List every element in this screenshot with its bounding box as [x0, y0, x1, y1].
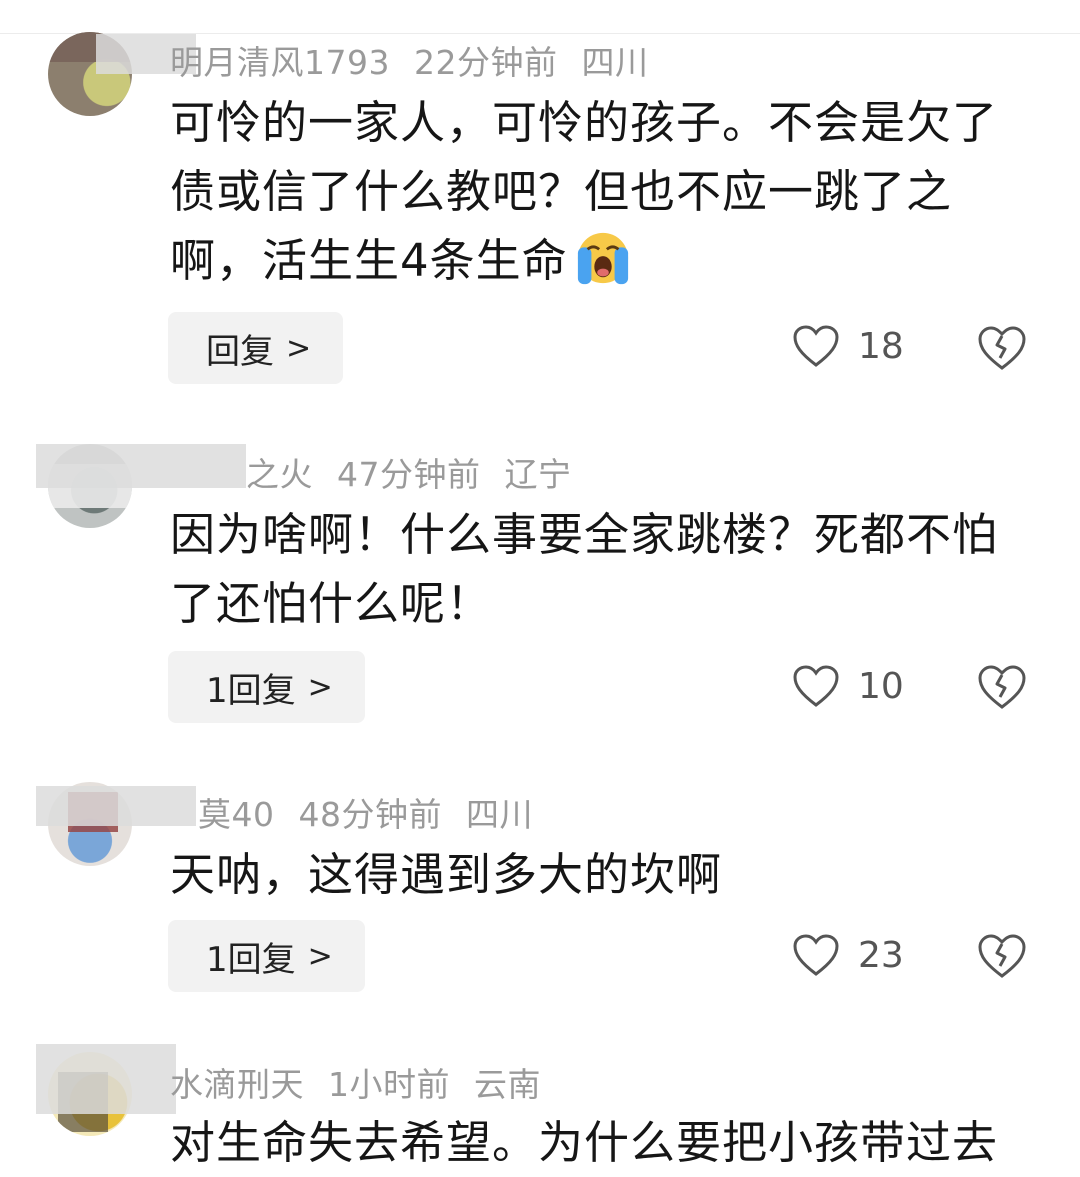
- timestamp: 22分钟前: [413, 43, 558, 82]
- comment-text[interactable]: 天呐，这得遇到多大的坎啊: [170, 840, 1040, 909]
- like-button[interactable]: 10: [792, 664, 904, 708]
- timestamp: 48分钟前: [298, 795, 442, 834]
- comment-text[interactable]: 因为啥啊！什么事要全家跳楼？死都不怕了还怕什么呢！: [170, 500, 1040, 638]
- username[interactable]: 之火: [246, 455, 313, 494]
- comment-text[interactable]: 可怜的一家人，可怜的孩子。不会是欠了债或信了什么教吧？但也不应一跳了之啊，活生生…: [170, 88, 1040, 295]
- broken-heart-icon[interactable]: [976, 324, 1028, 372]
- heart-icon: [793, 325, 839, 367]
- comment-text[interactable]: 对生命失去希望。为什么要把小孩带过去: [170, 1108, 1040, 1177]
- loudly-crying-face-icon: [577, 232, 628, 285]
- comment-meta: 明月清风1793 22分钟前 四川: [170, 36, 672, 84]
- username[interactable]: 明月清风1793: [170, 43, 390, 82]
- heart-icon: [793, 934, 839, 976]
- username[interactable]: 莫40: [198, 795, 275, 834]
- like-count: 18: [858, 325, 904, 367]
- comment-meta: 水滴刑天 1小时前 云南: [170, 1058, 565, 1106]
- chevron-right-icon: >: [286, 330, 312, 366]
- username-mosaic: [36, 444, 246, 488]
- broken-heart-icon[interactable]: [976, 663, 1028, 711]
- heart-icon: [793, 665, 839, 707]
- reply-label: 回复: [206, 331, 274, 372]
- timestamp: 47分钟前: [337, 455, 481, 494]
- username[interactable]: 水滴刑天: [170, 1065, 304, 1104]
- location: 四川: [466, 795, 533, 834]
- reply-button[interactable]: 回复 >: [168, 312, 344, 384]
- username-mosaic: [36, 1044, 176, 1114]
- comment-text-body: 因为啥啊！什么事要全家跳楼？死都不怕了还怕什么呢！: [170, 508, 999, 630]
- comment-text-body: 对生命失去希望。为什么要把小孩带过去: [170, 1116, 999, 1169]
- reply-button[interactable]: 1回复 >: [168, 651, 365, 723]
- timestamp: 1小时前: [328, 1065, 450, 1104]
- location: 四川: [581, 43, 649, 82]
- username-mosaic: [36, 786, 196, 826]
- like-button[interactable]: 23: [792, 933, 904, 977]
- chevron-right-icon: >: [307, 669, 333, 705]
- reply-button[interactable]: 1回复 >: [168, 920, 365, 992]
- like-button[interactable]: 18: [792, 324, 904, 368]
- comment-meta: 莫40 48分钟前 四川: [198, 788, 557, 836]
- reply-label: 1回复: [206, 670, 296, 711]
- like-count: 23: [858, 934, 904, 976]
- location: 辽宁: [504, 455, 572, 494]
- chevron-right-icon: >: [307, 938, 333, 974]
- comment-text-body: 天呐，这得遇到多大的坎啊: [170, 848, 723, 901]
- reply-label: 1回复: [206, 939, 296, 980]
- like-count: 10: [858, 665, 904, 707]
- comment-meta: 之火 47分钟前 辽宁: [246, 448, 596, 496]
- location: 云南: [474, 1065, 541, 1104]
- broken-heart-icon[interactable]: [976, 932, 1028, 980]
